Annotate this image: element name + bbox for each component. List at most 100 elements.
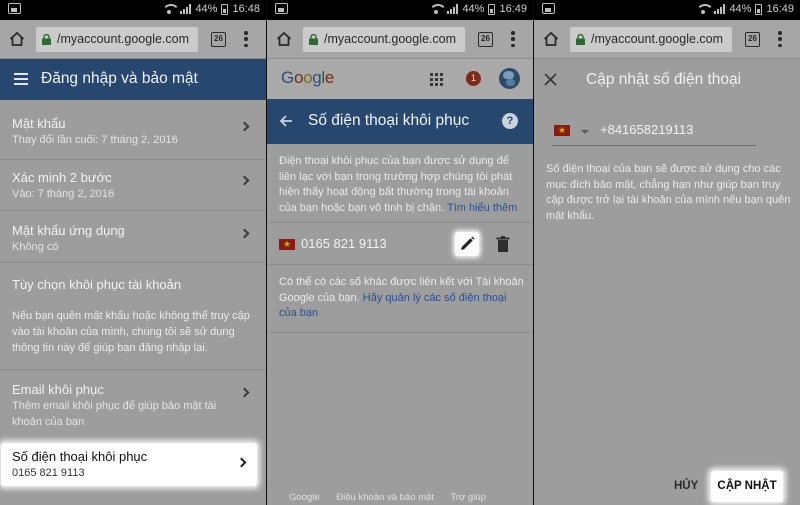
close-icon[interactable] <box>544 73 557 86</box>
item-subtitle: Không có <box>12 241 59 253</box>
signal-icon <box>714 4 726 14</box>
item-subtitle: Thay đổi lần cuối: 7 tháng 2, 2016 <box>12 134 178 146</box>
gallery-icon <box>542 3 555 14</box>
hamburger-menu-icon[interactable] <box>14 73 28 85</box>
page-header: Đăng nhập và bảo mật <box>0 59 266 100</box>
url-text: /myaccount.google.com <box>57 32 190 46</box>
url-text: /myaccount.google.com <box>324 32 457 46</box>
list-item-password[interactable]: Mật khẩu Thay đổi lần cuối: 7 tháng 2, 2… <box>0 116 266 146</box>
section-description: Nếu bạn quên mật khẩu hoặc không thể tru… <box>12 310 250 354</box>
clock: 16:48 <box>232 3 260 15</box>
phone-description: Số điện thoại của bạn sẽ được sử dụng ch… <box>546 163 791 222</box>
dialog-title: Cập nhật số điện thoại <box>586 71 742 88</box>
edit-button[interactable] <box>455 232 479 256</box>
item-subtitle: 0165 821 9113 <box>12 467 85 479</box>
other-numbers-text: Có thể có các số khác được liên kết với … <box>279 276 524 319</box>
update-button[interactable]: CẬP NHẬT <box>711 471 783 502</box>
list-item-recovery-phone[interactable]: Số điện thoại khôi phục 0165 821 9113 <box>1 443 257 486</box>
google-logo[interactable]: Google <box>281 68 334 88</box>
battery-percent: 44% <box>462 3 485 15</box>
browser-toolbar: /myaccount.google.com 26 <box>0 20 266 59</box>
input-underline <box>552 145 756 146</box>
list-item-app-passwords[interactable]: Mật khẩu ứng dụng Không có <box>0 223 266 253</box>
battery-icon <box>221 3 229 15</box>
item-title: Mật khẩu ứng dụng <box>12 223 125 238</box>
status-bar: 44% 16:49 <box>267 0 533 20</box>
divider <box>0 210 266 211</box>
recovery-phone-number: 0165 821 9113 <box>301 236 387 251</box>
signal-icon <box>180 4 192 14</box>
divider <box>0 369 266 370</box>
screen-sign-in-security: 44% 16:48 /myaccount.google.com 26 Đăng … <box>0 0 266 505</box>
apps-grid-icon[interactable] <box>430 73 443 86</box>
home-icon[interactable] <box>543 31 559 47</box>
vietnam-flag-icon <box>279 237 295 251</box>
footer-link-help[interactable]: Trợ giúp <box>450 492 485 503</box>
lock-icon <box>309 34 318 45</box>
list-item-recovery-email[interactable]: Email khôi phục Thêm email khôi phục để … <box>0 382 266 430</box>
list-item-2-step[interactable]: Xác minh 2 bước Vào: 7 tháng 2, 2016 <box>0 170 266 200</box>
pencil-icon <box>461 236 475 250</box>
item-title: Email khôi phục <box>12 382 104 397</box>
page-title: Đăng nhập và bảo mật <box>41 70 198 87</box>
notification-badge[interactable]: 1 <box>466 71 481 86</box>
divider <box>267 222 533 223</box>
battery-icon <box>488 3 496 15</box>
browser-toolbar: /myaccount.google.com 26 <box>534 20 800 59</box>
chevron-right-icon <box>236 457 247 468</box>
google-logo-letter: o <box>293 68 304 87</box>
home-icon[interactable] <box>9 31 25 47</box>
item-title: Số điện thoại khôi phục <box>12 449 148 464</box>
google-logo-letter: e <box>324 68 335 87</box>
wifi-icon <box>696 4 715 14</box>
home-icon[interactable] <box>276 31 292 47</box>
phone-number-input[interactable]: +841658219113 <box>600 122 693 137</box>
tab-switcher-button[interactable]: 26 <box>211 32 226 47</box>
divider <box>0 159 266 160</box>
footer-link-terms[interactable]: Điều khoản và bảo mật <box>336 492 434 503</box>
divider <box>267 332 533 333</box>
cancel-button[interactable]: HỦY <box>674 480 698 492</box>
intro-text: Điện thoại khôi phục của bạn được sử dụn… <box>279 155 518 214</box>
learn-more-link[interactable]: Tìm hiểu thêm <box>447 202 517 214</box>
lock-icon <box>42 34 51 45</box>
divider <box>0 262 266 263</box>
clock: 16:49 <box>766 3 794 15</box>
page-title: Số điện thoại khôi phục <box>308 112 470 129</box>
battery-percent: 44% <box>729 3 752 15</box>
url-text: /myaccount.google.com <box>591 32 724 46</box>
delete-icon[interactable] <box>496 236 510 252</box>
address-bar[interactable]: /myaccount.google.com <box>570 27 732 52</box>
vietnam-flag-icon[interactable] <box>554 123 570 137</box>
wifi-icon <box>162 4 181 14</box>
item-subtitle: Thêm email khôi phục để giúp bảo mật tài… <box>12 400 217 428</box>
battery-percent: 44% <box>195 3 218 15</box>
address-bar[interactable]: /myaccount.google.com <box>303 27 465 52</box>
clock: 16:49 <box>499 3 527 15</box>
status-bar: 44% 16:48 <box>0 0 266 20</box>
google-app-bar: Google 1 <box>267 59 533 99</box>
item-title: Mật khẩu <box>12 116 66 131</box>
item-subtitle: Vào: 7 tháng 2, 2016 <box>12 188 115 200</box>
signal-icon <box>447 4 459 14</box>
lock-icon <box>576 34 585 45</box>
more-options-icon[interactable] <box>244 31 248 47</box>
battery-icon <box>755 3 763 15</box>
country-dropdown-arrow-icon[interactable] <box>581 130 589 134</box>
google-logo-letter: o <box>303 68 313 87</box>
help-icon[interactable]: ? <box>502 113 518 129</box>
tab-switcher-button[interactable]: 26 <box>478 32 493 47</box>
item-title: Xác minh 2 bước <box>12 170 112 185</box>
tab-switcher-button[interactable]: 26 <box>745 32 760 47</box>
footer-links: Google Điều khoản và bảo mật Trợ giúp <box>289 492 500 503</box>
avatar[interactable] <box>499 68 520 89</box>
footer-link-google[interactable]: Google <box>289 492 320 503</box>
screen-update-phone: 44% 16:49 /myaccount.google.com 26 Cập n… <box>534 0 800 505</box>
google-logo-letter: G <box>281 68 294 87</box>
address-bar[interactable]: /myaccount.google.com <box>36 27 198 52</box>
more-options-icon[interactable] <box>778 31 782 47</box>
more-options-icon[interactable] <box>511 31 515 47</box>
screen-recovery-phone: 44% 16:49 /myaccount.google.com 26 Googl… <box>267 0 533 505</box>
back-arrow-icon[interactable] <box>279 114 293 128</box>
gallery-icon <box>275 3 288 14</box>
